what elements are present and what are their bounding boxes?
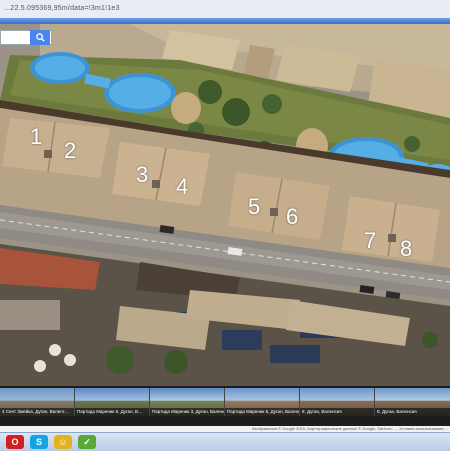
unit-number-5: 5 (248, 194, 261, 219)
unit-number-8: 8 (400, 236, 413, 261)
unit-number-2: 2 (64, 138, 77, 163)
thumbnail-label: Партида Мареник 3, Дуган, Валенсия (150, 408, 224, 416)
thumbnail-label: 4 Сент Змейка, Дуган, Валент... (0, 408, 74, 416)
bookmark-icon[interactable]: ✓ (78, 435, 96, 449)
thumbnail-4[interactable]: Партида Мареник 6, Дуган, Валенсия (225, 388, 300, 416)
unit-number-7: 7 (364, 228, 377, 253)
thumbnail-label: Партида Мареник 6, Дуган, Валенсия (225, 408, 299, 416)
thumbnail-2[interactable]: Партида Мареник 8, Дуган, В... (75, 388, 150, 416)
search-button[interactable] (30, 30, 50, 45)
satellite-map[interactable]: 1 2 3 4 5 6 7 8 (0, 24, 450, 386)
unit-number-6: 6 (286, 204, 299, 229)
address-url[interactable]: ...22.5.095369,95m/data=!3m1!1e3 (4, 5, 120, 12)
opera-icon[interactable]: O (6, 435, 24, 449)
unit-number-1: 1 (30, 124, 43, 149)
chat-icon[interactable]: ☺ (54, 435, 72, 449)
unit-number-4: 4 (176, 174, 189, 199)
browser-address-bar: ...22.5.095369,95m/data=!3m1!1e3 (0, 0, 450, 25)
thumbnail-label: 8, Дуган, Валенсия (300, 408, 374, 416)
thumbnail-3[interactable]: Партида Мареник 3, Дуган, Валенсия (150, 388, 225, 416)
thumbnail-label: 8, Дуган, Валенсия (375, 408, 450, 416)
thumbnail-6[interactable]: 8, Дуган, Валенсия (375, 388, 450, 416)
skype-icon[interactable]: S (30, 435, 48, 449)
thumbnail-strip: 4 Сент Змейка, Дуган, Валент... Партида … (0, 386, 450, 426)
satellite-image (0, 24, 450, 386)
thumbnail-label: Партида Мареник 8, Дуган, В... (75, 408, 149, 416)
unit-number-3: 3 (136, 162, 149, 187)
thumbnail-1[interactable]: 4 Сент Змейка, Дуган, Валент... (0, 388, 75, 416)
taskbar: O S ☺ ✓ (0, 432, 450, 451)
thumbnail-5[interactable]: 8, Дуган, Валенсия (300, 388, 375, 416)
search-icon (35, 33, 45, 42)
